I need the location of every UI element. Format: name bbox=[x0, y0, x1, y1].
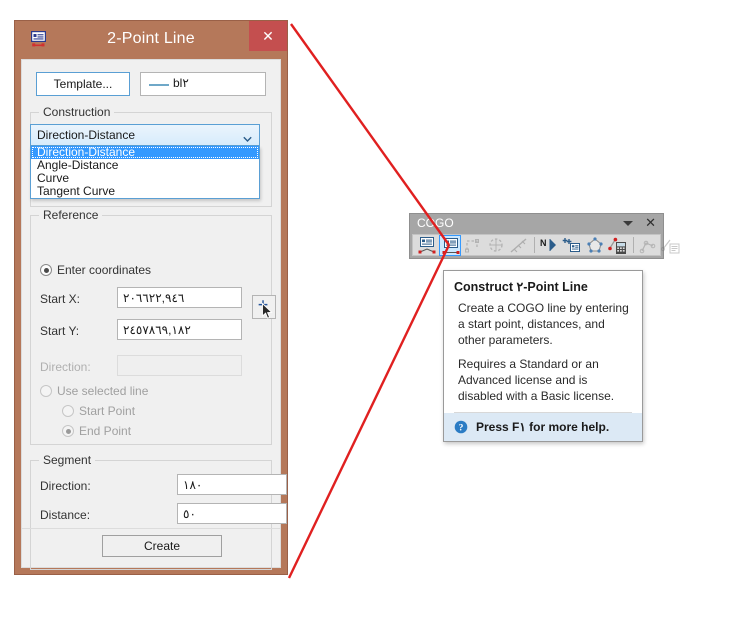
start-x-input[interactable] bbox=[117, 287, 242, 308]
pick-coordinate-button[interactable]: ✛ bbox=[252, 295, 276, 319]
template-button[interactable]: Template... bbox=[36, 72, 130, 96]
construction-type-value: Direction-Distance bbox=[37, 128, 136, 142]
radio-button-icon bbox=[62, 425, 74, 437]
traverse-report-icon bbox=[660, 235, 682, 256]
radio-start-point-label: Start Point bbox=[79, 404, 136, 418]
construct-polygon-icon[interactable] bbox=[584, 235, 606, 256]
north-direction-icon[interactable]: N bbox=[538, 235, 560, 256]
toolbar-separator bbox=[633, 237, 634, 253]
template-preview-label: bl٢ bbox=[173, 76, 189, 90]
tooltip-footer: ? Press F١ for more help. bbox=[444, 413, 642, 441]
radio-end-point-label: End Point bbox=[79, 424, 132, 438]
mouse-pointer-icon bbox=[262, 302, 274, 320]
footer-divider bbox=[22, 528, 280, 529]
svg-text:?: ? bbox=[459, 424, 464, 434]
radio-end-point[interactable]: End Point bbox=[62, 424, 131, 438]
cogo-tooltip: Construct ٢-Point Line Create a COGO lin… bbox=[443, 270, 643, 442]
construction-type-combobox[interactable]: Direction-Distance bbox=[30, 124, 260, 146]
cogo-titlebar[interactable]: COGO ✕ bbox=[410, 214, 663, 233]
traverse-adjust-icon bbox=[637, 235, 659, 256]
reference-group-label: Reference bbox=[39, 208, 103, 222]
cogo-calculator-icon[interactable] bbox=[607, 235, 629, 256]
help-circle-icon: ? bbox=[454, 420, 468, 434]
svg-text:N: N bbox=[540, 238, 547, 248]
radio-enter-coordinates[interactable]: Enter coordinates bbox=[40, 263, 151, 277]
template-preview[interactable]: bl٢ bbox=[140, 72, 266, 96]
segment-direction-label: Direction: bbox=[40, 479, 91, 493]
start-y-input[interactable] bbox=[117, 319, 242, 340]
chevron-down-icon bbox=[243, 131, 252, 143]
construct-point-line-icon[interactable] bbox=[416, 235, 438, 256]
segment-distance-label: Distance: bbox=[40, 508, 91, 522]
radio-button-icon bbox=[40, 264, 52, 276]
close-icon[interactable]: ✕ bbox=[249, 21, 287, 51]
create-button[interactable]: Create bbox=[102, 535, 222, 557]
tooltip-title: Construct ٢-Point Line bbox=[454, 280, 588, 294]
chevron-down-icon[interactable] bbox=[623, 221, 633, 226]
template-row: Template... bl٢ bbox=[36, 72, 266, 96]
start-y-label: Start Y: bbox=[40, 324, 80, 338]
cogo-button-strip: N bbox=[412, 234, 680, 256]
tooltip-body: Create a COGO line by entering a start p… bbox=[458, 301, 629, 347]
construction-group-label: Construction bbox=[39, 105, 115, 119]
segment-group-label: Segment bbox=[39, 453, 96, 467]
construct-2-point-line-icon[interactable] bbox=[439, 234, 461, 256]
dialog-body: Template... bl٢ Construction Direction-D… bbox=[21, 59, 287, 570]
construct-traverse-icon bbox=[462, 235, 484, 256]
segment-distance-input[interactable] bbox=[177, 503, 287, 524]
reference-direction-input bbox=[117, 355, 242, 376]
radio-start-point[interactable]: Start Point bbox=[62, 404, 135, 418]
radio-button-icon bbox=[62, 405, 74, 417]
radio-button-icon bbox=[40, 385, 52, 397]
close-icon[interactable]: ✕ bbox=[645, 216, 656, 230]
radio-use-selected-line[interactable]: Use selected line bbox=[40, 384, 148, 398]
tooltip-footer-text: Press F١ for more help. bbox=[476, 420, 610, 434]
reference-direction-label: Direction: bbox=[40, 360, 91, 374]
cogo-toolbar: COGO ✕ N bbox=[409, 213, 680, 259]
segment-direction-input[interactable] bbox=[177, 474, 287, 495]
radio-use-selected-line-label: Use selected line bbox=[57, 384, 149, 398]
two-point-line-dialog: 2-Point Line ✕ Template... bl٢ Construct… bbox=[14, 20, 288, 575]
line-symbol-icon bbox=[149, 84, 169, 86]
construct-tangent-curve-icon bbox=[508, 235, 530, 256]
toolbar-separator bbox=[534, 237, 535, 253]
tooltip-note: Requires a Standard or an Advanced licen… bbox=[458, 357, 615, 403]
screenshot-root: 2-Point Line ✕ Template... bl٢ Construct… bbox=[0, 0, 731, 629]
construct-curve-icon bbox=[485, 235, 507, 256]
start-x-label: Start X: bbox=[40, 292, 81, 306]
dialog-titlebar[interactable]: 2-Point Line ✕ bbox=[15, 21, 287, 59]
add-coordinate-icon[interactable] bbox=[561, 235, 583, 256]
cogo-title: COGO bbox=[417, 216, 454, 230]
dropdown-option-tangent-curve[interactable]: Tangent Curve bbox=[31, 185, 259, 198]
dialog-title: 2-Point Line bbox=[107, 30, 195, 47]
construction-type-dropdown-list[interactable]: Direction-Distance Angle-Distance Curve … bbox=[30, 146, 260, 199]
radio-enter-coordinates-label: Enter coordinates bbox=[57, 263, 152, 277]
